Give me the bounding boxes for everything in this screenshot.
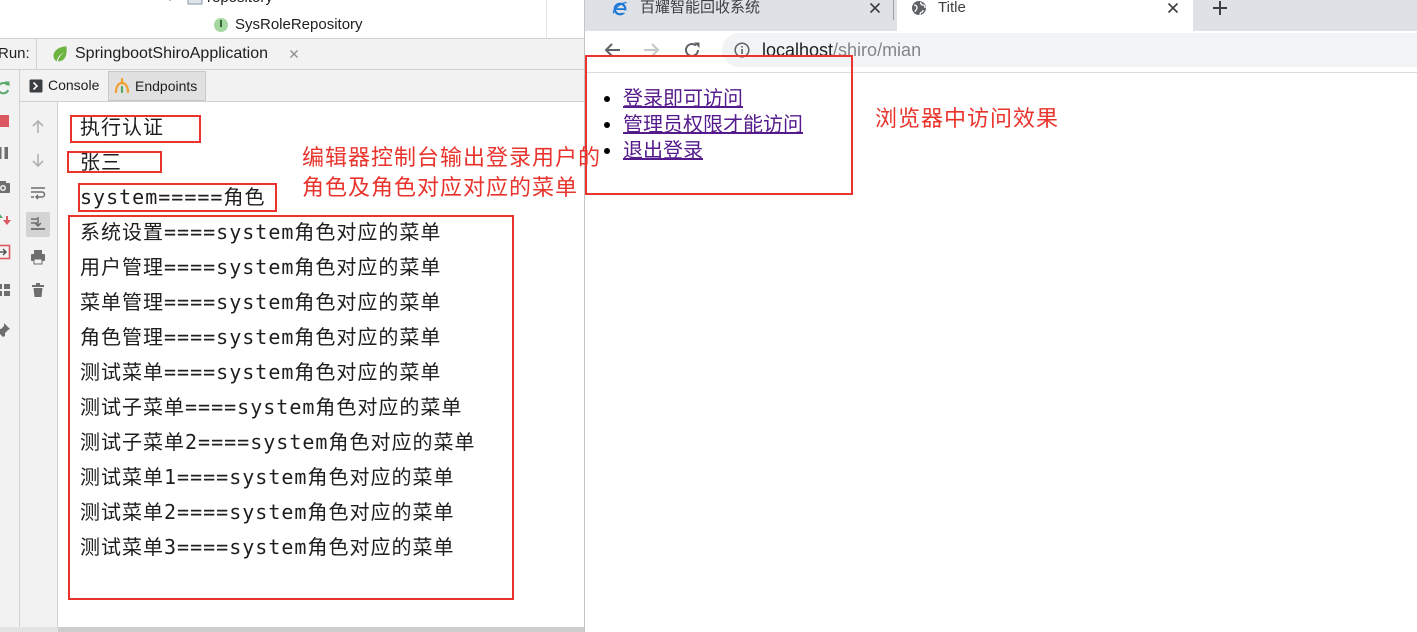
horizontal-scrollbar[interactable] bbox=[0, 627, 584, 632]
console-icon bbox=[29, 79, 43, 93]
annotation-box bbox=[78, 183, 277, 212]
tree-item-sysrolerepository[interactable]: I SysRoleRepository bbox=[214, 14, 414, 36]
tree-item-label: repository bbox=[207, 0, 273, 9]
annotation-box bbox=[585, 55, 853, 195]
interface-icon: I bbox=[214, 18, 228, 32]
chevron-down-icon[interactable] bbox=[165, 0, 175, 3]
tab-separator bbox=[893, 0, 894, 20]
console-toolbar bbox=[20, 102, 58, 627]
run-config-label: SpringbootShiroApplication bbox=[75, 45, 269, 62]
tab-label: Console bbox=[48, 77, 100, 93]
browser-tab-active[interactable]: Title bbox=[897, 0, 1193, 31]
pin-icon[interactable] bbox=[0, 322, 11, 338]
browser-tab-strip: 百耀智能回收系统 Title bbox=[585, 0, 1417, 31]
tab-close-icon[interactable] bbox=[869, 2, 881, 14]
spring-boot-icon bbox=[51, 45, 69, 63]
run-label: Run: bbox=[0, 45, 30, 62]
ie-favicon-icon bbox=[612, 0, 628, 16]
print-icon[interactable] bbox=[30, 249, 46, 265]
rerun-icon[interactable] bbox=[0, 80, 11, 96]
globe-icon bbox=[911, 0, 927, 16]
tab-console[interactable]: Console bbox=[22, 70, 107, 101]
up-arrow-icon[interactable] bbox=[30, 119, 46, 135]
new-tab-button[interactable] bbox=[1213, 1, 1227, 15]
pause-icon[interactable] bbox=[0, 145, 11, 161]
tab-label: Endpoints bbox=[135, 78, 198, 94]
console-tab-bar: Console Endpoints bbox=[20, 70, 584, 102]
tab-title: Title bbox=[938, 0, 966, 16]
tab-close-icon[interactable] bbox=[1167, 2, 1179, 14]
camera-icon[interactable] bbox=[0, 179, 11, 195]
run-side-toolbar bbox=[0, 70, 20, 632]
tab-endpoints[interactable]: Endpoints bbox=[108, 71, 206, 101]
trash-icon[interactable] bbox=[30, 282, 46, 298]
scroll-to-end-icon[interactable] bbox=[30, 216, 46, 232]
stop-icon[interactable] bbox=[0, 113, 11, 129]
exit-icon[interactable] bbox=[0, 244, 11, 260]
browser-tab[interactable]: 百耀智能回收系统 bbox=[595, 0, 891, 31]
annotation-text: 角色及角色对应对应的菜单 bbox=[302, 176, 579, 201]
run-config-tab[interactable]: SpringbootShiroApplication bbox=[37, 39, 312, 69]
annotation-box bbox=[70, 115, 201, 143]
tree-item-label: SysRoleRepository bbox=[235, 16, 363, 33]
annotation-box bbox=[67, 151, 162, 173]
tab-title: 百耀智能回收系统 bbox=[640, 0, 761, 16]
annotation-box bbox=[68, 215, 514, 600]
soft-wrap-icon[interactable] bbox=[30, 185, 46, 201]
tree-item-repository[interactable]: repository bbox=[163, 0, 363, 9]
run-toolbar: Run: SpringbootShiroApplication bbox=[0, 38, 584, 70]
scrollbar-thumb[interactable] bbox=[58, 627, 584, 632]
panel-divider bbox=[546, 0, 547, 38]
folder-icon bbox=[187, 0, 203, 5]
layout-icon[interactable] bbox=[0, 282, 11, 298]
endpoints-icon bbox=[114, 78, 130, 94]
project-tree: repository I SysRoleRepository bbox=[0, 0, 584, 38]
annotation-text: 编辑器控制台输出登录用户的 bbox=[302, 146, 602, 171]
update-icon[interactable] bbox=[0, 211, 11, 227]
annotation-text: 浏览器中访问效果 bbox=[875, 107, 1060, 132]
down-arrow-icon[interactable] bbox=[30, 152, 46, 168]
close-icon[interactable] bbox=[289, 49, 299, 59]
